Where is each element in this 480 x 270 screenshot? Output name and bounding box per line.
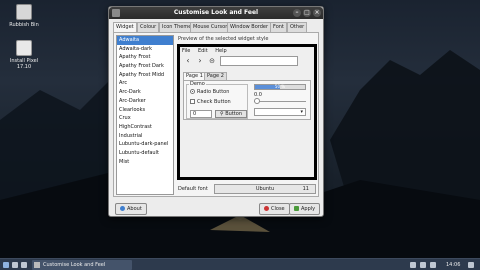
- theme-list-item[interactable]: Clearlooks: [117, 106, 173, 115]
- check-label: Check Button: [197, 99, 231, 105]
- clock[interactable]: 14:06: [446, 260, 460, 270]
- power-icon[interactable]: [468, 262, 474, 268]
- preview-spinbox[interactable]: 0: [190, 110, 212, 118]
- preview-menu-help[interactable]: Help: [215, 48, 226, 54]
- preview-area: File Edit Help ‹ › ⊝ Page 1 Page 2 Demo: [180, 47, 314, 177]
- theme-list-item[interactable]: Arc: [117, 79, 173, 88]
- font-size: 11: [302, 186, 309, 192]
- font-chooser-button[interactable]: Ubuntu 11: [214, 184, 316, 194]
- tab-window-border[interactable]: Window Border: [227, 22, 272, 32]
- theme-list-item[interactable]: Lubuntu-dark-panel: [117, 140, 173, 149]
- installer-icon: [16, 40, 32, 56]
- preview-combo[interactable]: ▾: [254, 108, 306, 116]
- theme-list-item[interactable]: Crux: [117, 114, 173, 123]
- widget-preview: File Edit Help ‹ › ⊝ Page 1 Page 2 Demo: [177, 44, 317, 180]
- about-label: About: [127, 206, 142, 212]
- info-icon: [120, 206, 125, 211]
- window-title: Customise Look and Feel: [173, 9, 259, 16]
- theme-list-item[interactable]: Apathy Frost Dark: [117, 62, 173, 71]
- tab-mouse-cursor[interactable]: Mouse Cursor: [190, 22, 231, 32]
- widget-panel: Adwaita Adwaita-dark Apathy Frost Apathy…: [113, 32, 319, 197]
- radio-icon: [190, 89, 195, 94]
- apply-label: Apply: [301, 206, 316, 212]
- preview-button[interactable]: ⚲ Button: [215, 110, 247, 118]
- preview-page: Demo Radio Button Check Button 0 ⚲ Butto…: [183, 80, 311, 120]
- taskbar-window-button[interactable]: Customise Look and Feel: [32, 260, 132, 270]
- network-icon[interactable]: [410, 262, 416, 268]
- slider-knob[interactable]: [254, 98, 260, 104]
- preview-scale-value: 0.0: [254, 92, 262, 98]
- taskbar-window-label: Customise Look and Feel: [43, 262, 106, 268]
- check-button[interactable]: Check Button: [190, 99, 231, 106]
- about-button[interactable]: About: [115, 203, 147, 215]
- default-font-label: Default font: [178, 186, 208, 192]
- back-arrow-icon[interactable]: ‹: [183, 56, 193, 66]
- preview-menu-edit[interactable]: Edit: [198, 48, 208, 54]
- desktop-icon-install[interactable]: Install Pixel 17.10: [4, 40, 44, 70]
- chevron-down-icon: ▾: [300, 109, 303, 115]
- taskbar: Customise Look and Feel 14:06: [0, 258, 480, 270]
- theme-list-item[interactable]: Apathy Frost: [117, 53, 173, 62]
- customise-window: Customise Look and Feel – □ × Widget Col…: [108, 6, 324, 217]
- file-manager-icon[interactable]: [12, 262, 18, 268]
- volume-icon[interactable]: [420, 262, 426, 268]
- radio-label: Radio Button: [197, 89, 230, 95]
- preview-button-label: Button: [225, 111, 242, 117]
- tab-colour[interactable]: Colour: [137, 22, 160, 32]
- window-titlebar[interactable]: Customise Look and Feel – □ ×: [109, 7, 323, 19]
- forward-arrow-icon[interactable]: ›: [195, 56, 205, 66]
- demo-group: Demo Radio Button Check Button 0 ⚲ Butto…: [186, 81, 248, 119]
- desktop-icon-rubbish-bin[interactable]: Rubbish Bin: [4, 4, 44, 28]
- close-button[interactable]: Close: [259, 203, 290, 215]
- preview-tab-page2[interactable]: Page 2: [204, 72, 227, 80]
- preview-address-field[interactable]: [220, 56, 298, 66]
- close-icon: [264, 206, 269, 211]
- theme-list-item[interactable]: Apathy Frost Midd: [117, 71, 173, 80]
- preview-menubar: File Edit Help: [182, 48, 233, 54]
- font-name: Ubuntu: [255, 186, 275, 192]
- theme-list-item[interactable]: Mist: [117, 158, 173, 167]
- trash-icon: [16, 4, 32, 20]
- tab-icon-theme[interactable]: Icon Theme: [159, 22, 195, 32]
- preview-menu-file[interactable]: File: [182, 48, 190, 54]
- progress-text: 50 %: [274, 84, 286, 89]
- desktop-icon-label-version: 17.10: [16, 64, 32, 70]
- menu-icon[interactable]: [3, 262, 9, 268]
- theme-list-item[interactable]: HighContrast: [117, 123, 173, 132]
- window-icon: [34, 262, 40, 268]
- theme-list-item[interactable]: Arc-Darker: [117, 97, 173, 106]
- close-label: Close: [271, 206, 285, 212]
- preview-label: Preview of the selected widget style: [178, 36, 269, 42]
- preview-progress-bar: 50 %: [254, 84, 306, 90]
- battery-icon[interactable]: [430, 262, 436, 268]
- app-icon: [112, 9, 120, 17]
- tab-font[interactable]: Font: [270, 22, 287, 32]
- apply-button[interactable]: Apply: [289, 203, 321, 215]
- tab-other[interactable]: Other: [287, 22, 308, 32]
- theme-list-item[interactable]: Adwaita-dark: [117, 45, 173, 54]
- minimize-icon[interactable]: –: [293, 9, 301, 17]
- checkbox-icon: [190, 99, 195, 104]
- browser-icon[interactable]: [21, 262, 27, 268]
- preview-tab-page1[interactable]: Page 1: [183, 72, 206, 80]
- theme-list-item[interactable]: Lubuntu-default: [117, 149, 173, 158]
- preview-slider[interactable]: [254, 98, 306, 104]
- radio-button[interactable]: Radio Button: [190, 89, 229, 96]
- search-icon: ⚲: [219, 111, 224, 117]
- maximize-icon[interactable]: □: [303, 9, 311, 17]
- check-icon: [294, 206, 299, 211]
- theme-list-item[interactable]: Arc-Dark: [117, 88, 173, 97]
- stop-icon[interactable]: ⊝: [207, 56, 217, 66]
- theme-list[interactable]: Adwaita Adwaita-dark Apathy Frost Apathy…: [116, 35, 174, 195]
- demo-group-title: Demo: [189, 81, 206, 87]
- desktop-icon-label: Rubbish Bin: [9, 22, 39, 28]
- theme-list-item[interactable]: Industrial: [117, 132, 173, 141]
- close-icon[interactable]: ×: [313, 9, 321, 17]
- theme-list-item[interactable]: Adwaita: [117, 36, 173, 45]
